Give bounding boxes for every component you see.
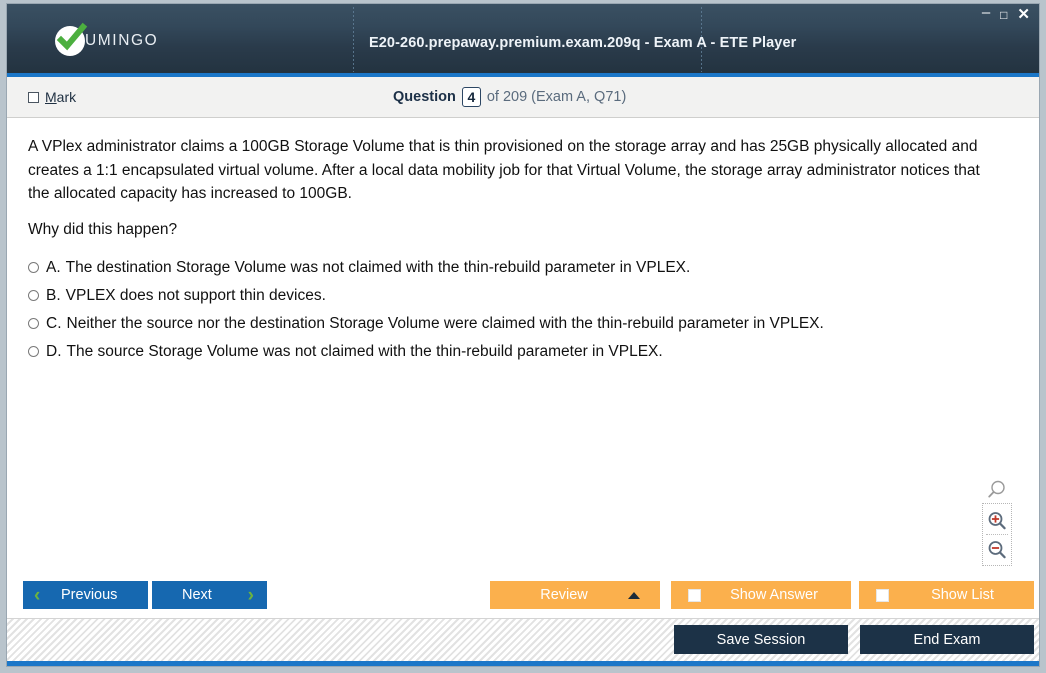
check-circle-icon [55, 22, 88, 56]
previous-button-label: Previous [61, 587, 118, 603]
zoom-tools [982, 477, 1012, 566]
window-title: E20-260.prepaway.premium.exam.209q - Exa… [369, 35, 797, 51]
question-counter: Question 4 of 209 (Exam A, Q71) [393, 87, 626, 107]
checkbox-square-icon-list [876, 589, 889, 602]
status-bar: Save Session End Exam [7, 618, 1039, 666]
show-answer-button-label: Show Answer [730, 587, 818, 603]
answer-choice-c[interactable]: C. Neither the source nor the destinatio… [28, 312, 1003, 336]
choice-letter-c: C. [46, 315, 62, 332]
radio-icon-b[interactable] [28, 290, 39, 301]
end-exam-button[interactable]: End Exam [860, 625, 1034, 654]
question-number-input[interactable]: 4 [461, 87, 481, 107]
mark-label-rest: ark [56, 89, 77, 105]
maximize-icon[interactable]: □ [1000, 9, 1007, 21]
checkbox-square-icon-answer [688, 589, 701, 602]
mark-label: Mark [45, 89, 76, 105]
choice-letter-a: A. [46, 259, 61, 276]
choice-text-a: The destination Storage Volume was not c… [65, 259, 691, 276]
answer-choice-b[interactable]: B. VPLEX does not support thin devices. [28, 284, 1003, 308]
choice-letter-d: D. [46, 343, 62, 360]
mark-checkbox-box[interactable] [28, 91, 39, 103]
choice-letter-b: B. [46, 287, 61, 304]
review-dropdown-button[interactable]: Review [490, 581, 660, 609]
zoom-in-icon [988, 511, 1006, 529]
radio-icon-d[interactable] [28, 346, 39, 357]
choice-text-b: VPLEX does not support thin devices. [65, 287, 326, 304]
window-controls: – □ ✕ [982, 5, 1030, 22]
question-content-area: A VPlex administrator claims a 100GB Sto… [7, 118, 1039, 578]
answer-choice-d[interactable]: D. The source Storage Volume was not cla… [28, 340, 1003, 364]
chevron-right-icon: › [247, 584, 254, 606]
chevron-left-icon: ‹ [34, 584, 41, 606]
radio-icon-a[interactable] [28, 262, 39, 273]
radio-icon-c[interactable] [28, 318, 39, 329]
application-window: UMINGO E20-260.prepaway.premium.exam.209… [6, 3, 1040, 667]
save-session-button[interactable]: Save Session [674, 625, 848, 654]
question-word-label: Question [393, 89, 456, 105]
logo-wordmark: UMINGO [85, 31, 159, 49]
answer-choice-list: A. The destination Storage Volume was no… [28, 256, 1003, 368]
review-button-label: Review [540, 587, 588, 603]
caret-up-icon [628, 592, 640, 599]
magnifier-icon [988, 480, 1005, 498]
zoom-reset-button[interactable] [982, 477, 1012, 503]
answer-choice-a[interactable]: A. The destination Storage Volume was no… [28, 256, 1003, 280]
close-icon[interactable]: ✕ [1017, 7, 1030, 22]
titlebar-divider-left [353, 7, 354, 72]
previous-button[interactable]: ‹ Previous [23, 581, 148, 609]
question-total-label: of 209 (Exam A, Q71) [486, 89, 627, 105]
zoom-in-out-group [982, 503, 1012, 566]
choice-text-d: The source Storage Volume was not claime… [66, 343, 663, 360]
zoom-out-icon [988, 540, 1006, 558]
show-answer-button[interactable]: Show Answer [671, 581, 851, 609]
question-header-bar: Mark Question 4 of 209 (Exam A, Q71) [7, 77, 1039, 118]
next-button-label: Next [182, 587, 212, 603]
mark-question-checkbox[interactable]: Mark [28, 89, 76, 105]
mark-accel-letter: M [45, 89, 57, 105]
zoom-out-button[interactable] [983, 536, 1011, 563]
minimize-icon[interactable]: – [982, 5, 990, 20]
zoom-in-button[interactable] [983, 507, 1011, 534]
ete-player-window-root: UMINGO E20-260.prepaway.premium.exam.209… [0, 0, 1046, 673]
navigation-button-bar: ‹ Previous Next › Review Show Answer Sho… [7, 578, 1039, 618]
vumingo-logo: UMINGO [55, 22, 159, 56]
next-button[interactable]: Next › [152, 581, 267, 609]
question-stem-text: A VPlex administrator claims a 100GB Sto… [28, 138, 980, 202]
show-list-button-label: Show List [931, 587, 994, 603]
question-prompt-text: Why did this happen? [28, 221, 178, 238]
title-bar: UMINGO E20-260.prepaway.premium.exam.209… [7, 4, 1039, 77]
show-list-button[interactable]: Show List [859, 581, 1034, 609]
choice-text-c: Neither the source nor the destination S… [66, 315, 824, 332]
